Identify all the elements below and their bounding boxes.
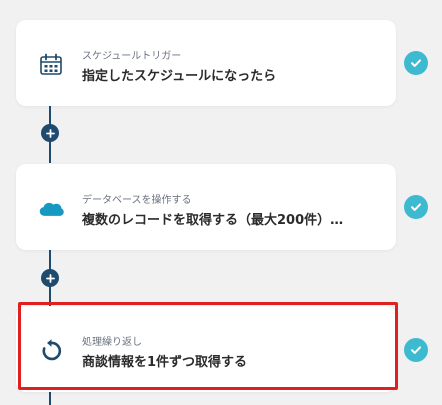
step-title: 複数のレコードを取得する（最大200件）…: [82, 213, 344, 228]
step-type-label: 処理繰り返し: [82, 337, 142, 348]
check-icon: [404, 195, 428, 219]
salesforce-cloud-icon: [38, 196, 64, 222]
calendar-icon: [38, 52, 64, 78]
step-card-schedule-trigger[interactable]: スケジュールトリガー 指定したスケジュールになったら: [16, 20, 396, 106]
check-icon: [404, 338, 428, 362]
add-step-button[interactable]: [41, 124, 59, 142]
loop-icon: [38, 338, 64, 364]
step-title: 指定したスケジュールになったら: [82, 69, 277, 84]
plus-icon: [45, 273, 55, 283]
add-step-button[interactable]: [41, 269, 59, 287]
plus-icon: [45, 128, 55, 138]
flow-connector: [49, 392, 51, 405]
step-type-label: データベースを操作する: [82, 195, 192, 206]
step-type-label: スケジュールトリガー: [82, 51, 182, 62]
step-card-loop[interactable]: 処理繰り返し 商談情報を1件ずつ取得する: [16, 306, 396, 392]
step-title: 商談情報を1件ずつ取得する: [82, 355, 248, 370]
step-card-database-operation[interactable]: データベースを操作する 複数のレコードを取得する（最大200件）…: [16, 164, 396, 250]
check-icon: [404, 51, 428, 75]
